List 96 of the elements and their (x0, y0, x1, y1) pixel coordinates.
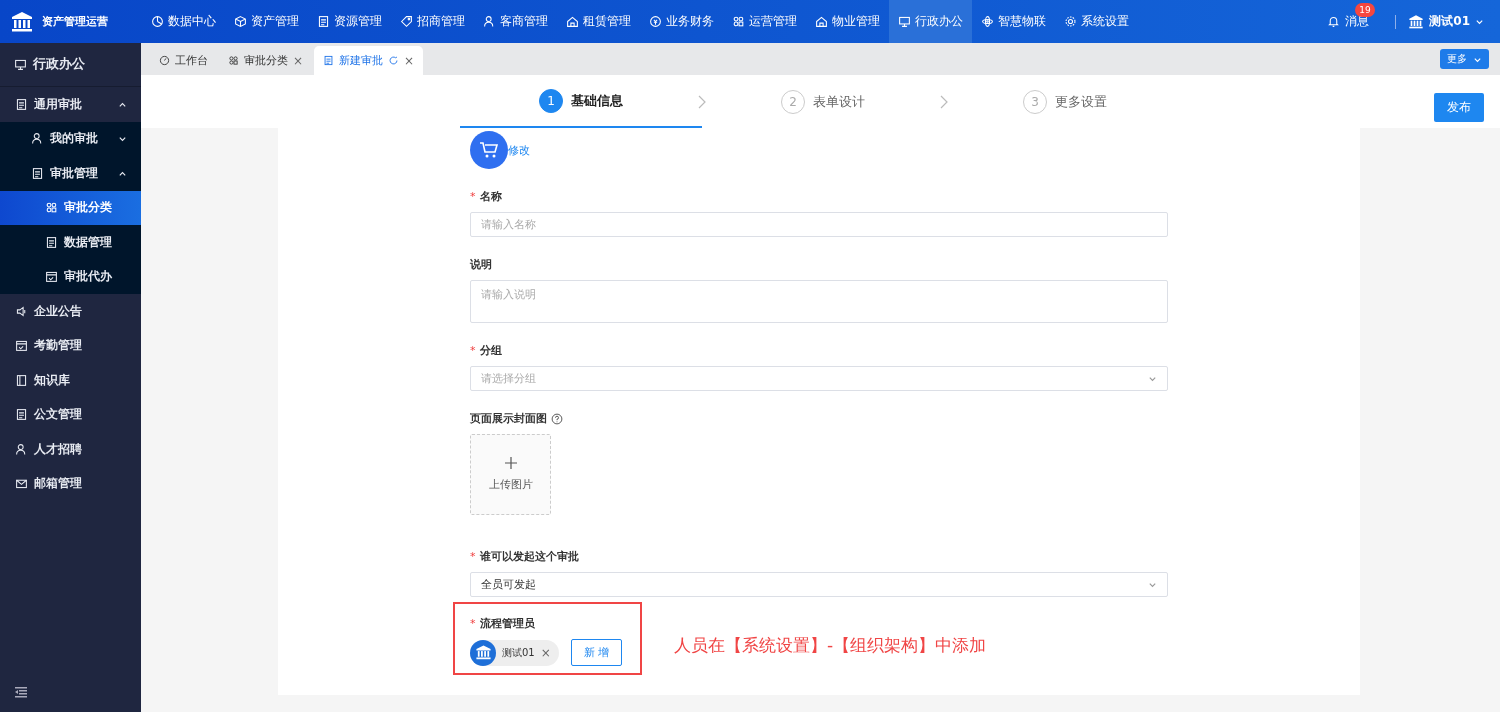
monitor-icon (898, 15, 911, 28)
required-mark: * (470, 550, 476, 563)
required-mark: * (470, 617, 476, 630)
publish-button[interactable]: 发布 (1434, 93, 1484, 122)
pie-chart-icon (151, 15, 164, 28)
field-label: 流程管理员 (479, 616, 535, 631)
sidebar-item[interactable]: 人才招聘 (0, 432, 141, 467)
page-tab[interactable]: 工作台 (150, 46, 217, 75)
sidebar-item[interactable]: 考勤管理 (0, 328, 141, 363)
select-field[interactable]: 全员可发起 (470, 572, 1168, 597)
required-mark: * (470, 344, 476, 357)
user-icon (15, 442, 28, 456)
bank-icon (1408, 13, 1425, 30)
sidebar-item[interactable]: 通用审批 (0, 87, 141, 122)
gauge-icon (159, 55, 170, 66)
bank-icon (474, 644, 492, 661)
field-label: 说明 (470, 257, 492, 272)
sidebar-item[interactable]: 邮箱管理 (0, 466, 141, 501)
calendar-icon (15, 339, 28, 353)
count-badge: 19 (1355, 3, 1375, 17)
cart-icon (470, 131, 508, 169)
sidebar-item[interactable]: 审批管理 (0, 156, 141, 191)
remove-button[interactable]: × (540, 645, 551, 660)
grid-icon (228, 55, 239, 66)
person-name: 测试01 (502, 645, 535, 660)
sidebar-item[interactable]: 知识库 (0, 363, 141, 398)
caret-icon (1148, 580, 1157, 589)
mail-icon (15, 477, 28, 491)
plus-icon (504, 457, 517, 469)
nav-tab[interactable]: 租赁管理 (557, 0, 640, 43)
caret-icon (1148, 374, 1157, 383)
sidebar-item[interactable]: 企业公告 (0, 294, 141, 329)
nav-tab[interactable]: 资源管理 (308, 0, 391, 43)
grid-icon (732, 15, 745, 28)
nav-tab[interactable]: 业务财务 (640, 0, 723, 43)
sidebar-item[interactable]: 审批代办 (0, 259, 141, 294)
caret-icon (1475, 17, 1484, 26)
sidebar-item[interactable]: 审批分类 (0, 190, 141, 225)
speaker-icon (15, 304, 28, 318)
refresh-icon[interactable] (388, 55, 400, 66)
chevron-icon (939, 94, 949, 109)
bell-icon (1327, 15, 1341, 28)
step-tab[interactable]: 2 表单设计 (702, 75, 944, 128)
nav-tab[interactable]: 数据中心 (142, 0, 225, 43)
document-icon (45, 235, 58, 249)
nav-tab[interactable]: 运营管理 (723, 0, 806, 43)
add-button[interactable]: 新 增 (570, 639, 623, 666)
page-tab[interactable]: 审批分类 × (219, 46, 313, 75)
calendar-icon (45, 270, 58, 284)
gear-icon (1064, 15, 1077, 28)
nav-tab[interactable]: 系统设置 (1055, 0, 1138, 43)
document-icon (317, 15, 330, 28)
document-icon (15, 408, 28, 422)
sidebar-item[interactable]: 数据管理 (0, 225, 141, 260)
atom-icon (981, 15, 994, 28)
sidebar-item[interactable]: 公文管理 (0, 397, 141, 432)
document-icon (15, 97, 28, 111)
user-icon (483, 15, 496, 28)
nav-tab[interactable]: 智慧物联 (972, 0, 1055, 43)
nav-tab[interactable]: 招商管理 (391, 0, 474, 43)
sidebar-title: 行政办公 (33, 56, 85, 73)
nav-tab[interactable]: 客商管理 (474, 0, 557, 43)
nav-tab[interactable]: 物业管理 (806, 0, 889, 43)
upload-button[interactable]: 上传图片 (470, 434, 551, 515)
more-button[interactable]: 更多 (1440, 49, 1489, 69)
monitor-icon (14, 58, 27, 71)
annotation-text: 人员在【系统设置】-【组织架构】中添加 (674, 633, 987, 657)
field-label: 页面展示封面图 (470, 411, 547, 426)
app-title: 资产管理运营 (42, 14, 108, 29)
required-mark: * (470, 190, 476, 203)
sidebar-item[interactable]: 我的审批 (0, 121, 141, 156)
user-menu[interactable]: 测试01 (1408, 13, 1484, 30)
nav-tab[interactable]: 资产管理 (225, 0, 308, 43)
close-button[interactable]: × (404, 53, 415, 68)
field-label: 名称 (479, 189, 502, 204)
book-icon (15, 373, 28, 387)
grid-icon (45, 201, 58, 215)
page-tab[interactable]: 新建审批 × (314, 46, 424, 75)
document-icon (323, 55, 335, 66)
cube-icon (234, 15, 247, 28)
chevron-icon (697, 94, 707, 109)
collapse-menu-icon[interactable] (15, 686, 27, 698)
house-icon (566, 15, 579, 28)
field-label: 分组 (479, 343, 502, 358)
house-icon (815, 15, 828, 28)
coin-icon (649, 15, 662, 28)
field-label: 谁可以发起这个审批 (479, 549, 579, 564)
user-icon (31, 132, 44, 146)
bank-icon (10, 9, 34, 34)
step-tab[interactable]: 3 更多设置 (944, 75, 1186, 128)
close-button[interactable]: × (293, 53, 304, 68)
nav-tab[interactable]: 行政办公 (889, 0, 972, 43)
help-icon (551, 412, 563, 425)
tag-icon (400, 15, 413, 28)
document-icon (31, 166, 44, 180)
edit-link[interactable]: 修改 (508, 142, 530, 158)
